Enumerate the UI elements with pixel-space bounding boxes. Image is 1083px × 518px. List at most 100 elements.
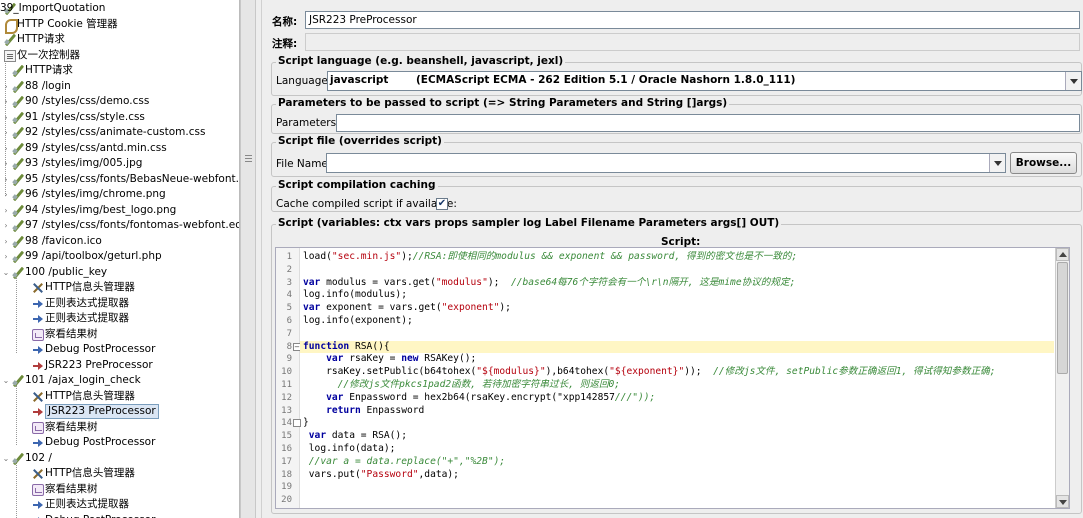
tree-item[interactable]: HTTP请求 — [0, 63, 239, 79]
tree-item-label: Debug PostProcessor — [45, 513, 155, 518]
tree-item[interactable]: › 96 /styles/img/chrome.png — [0, 187, 239, 203]
tree-item[interactable]: 察看结果树 — [0, 482, 239, 498]
line-number: 9 — [286, 354, 292, 365]
compilation-caching-title: Script compilation caching — [276, 179, 438, 191]
splitter-grip-icon[interactable] — [245, 155, 252, 163]
tree-item[interactable]: 正则表达式提取器 — [0, 311, 239, 327]
code-line: var rsaKey = new RSAKey(); — [326, 353, 477, 365]
code-line: var Enpassword = hex2b64(rsaKey.encrypt(… — [326, 391, 656, 403]
tree-item[interactable]: › 92 /styles/css/animate-custom.css — [0, 125, 239, 141]
tree-item[interactable]: ⌄ 102 / — [0, 451, 239, 467]
tree-collapsed-toggle-icon[interactable]: › — [2, 79, 10, 95]
tree-item[interactable]: › 89 /styles/css/antd.min.css — [0, 141, 239, 157]
tree-item[interactable]: › 90 /styles/css/demo.css — [0, 94, 239, 110]
language-label: Language: — [276, 75, 332, 87]
postprocessor-icon — [32, 515, 44, 518]
scrollbar-thumb[interactable] — [1057, 262, 1068, 374]
tree-collapsed-toggle-icon[interactable]: › — [2, 125, 10, 141]
sampler-icon — [12, 158, 24, 170]
tree-item[interactable]: Debug PostProcessor — [0, 342, 239, 358]
tree-collapsed-toggle-icon[interactable]: › — [2, 234, 10, 250]
chevron-down-icon[interactable] — [1065, 72, 1081, 90]
tree-item[interactable]: 察看结果树 — [0, 327, 239, 343]
language-select[interactable]: javascript (ECMAScript ECMA - 262 Editio… — [327, 71, 1082, 91]
tree-item[interactable]: Debug PostProcessor — [0, 435, 239, 451]
tree-item-label: 察看结果树 — [45, 327, 98, 340]
editor-scrollbar[interactable] — [1055, 248, 1069, 508]
tree-item-label: 101 /ajax_login_check — [25, 374, 141, 386]
tree-item-label: 39_ImportQuotation — [0, 2, 106, 14]
tree-item-label: 93 /styles/img/005.jpg — [25, 157, 143, 169]
tree-item[interactable]: › 93 /styles/img/005.jpg — [0, 156, 239, 172]
tree-collapsed-toggle-icon[interactable]: › — [2, 172, 10, 188]
tree-item-label: 察看结果树 — [45, 482, 98, 495]
parameters-input[interactable] — [336, 114, 1080, 132]
tree-item-label: JSR223 PreProcessor — [45, 404, 159, 419]
tree-item-label: 正则表达式提取器 — [45, 498, 129, 510]
tree-item[interactable]: JSR223 PreProcessor — [0, 358, 239, 374]
sampler-icon — [12, 220, 24, 232]
comment-field[interactable] — [305, 33, 1080, 51]
tree-item[interactable]: ⌄ 100 /public_key — [0, 265, 239, 281]
line-number: 5 — [286, 303, 292, 314]
tree-item-label: Debug PostProcessor — [45, 343, 156, 355]
tree-item[interactable]: › 91 /styles/css/style.css — [0, 110, 239, 126]
tree-item[interactable]: HTTP信息头管理器 — [0, 280, 239, 296]
tree-item[interactable]: Debug PostProcessor — [0, 513, 239, 518]
tree-collapsed-toggle-icon[interactable]: › — [2, 187, 10, 203]
tree-item[interactable]: › 99 /api/toolbox/geturl.php — [0, 249, 239, 265]
header-manager-icon — [32, 282, 44, 294]
tree-collapsed-toggle-icon[interactable]: › — [2, 203, 10, 219]
tree-collapsed-toggle-icon[interactable]: › — [2, 156, 10, 172]
tree-item[interactable]: 正则表达式提取器 — [0, 497, 239, 513]
tree-expanded-toggle-icon[interactable]: ⌄ — [2, 373, 10, 389]
line-number: 14 — [281, 418, 292, 429]
tree-item[interactable]: HTTP信息头管理器 — [0, 466, 239, 482]
tree-item-label: 92 /styles/css/animate-custom.css — [25, 126, 206, 138]
tree-item[interactable]: JSR223 PreProcessor — [0, 404, 239, 420]
line-number: 3 — [286, 277, 292, 288]
tree-item-label: 仅一次控制器 — [17, 48, 80, 61]
language-description: (ECMAScript ECMA - 262 Edition 5.1 / Ora… — [416, 74, 796, 86]
tree-item[interactable]: HTTP请求 — [0, 32, 239, 48]
scroll-down-icon[interactable] — [1056, 495, 1069, 508]
tree-item[interactable]: 正则表达式提取器 — [0, 296, 239, 312]
tree-item[interactable]: HTTP信息头管理器 — [0, 389, 239, 405]
chevron-down-icon[interactable] — [989, 154, 1005, 172]
tree-item[interactable]: › 97 /styles/css/fonts/fontomas-webfont.e… — [0, 218, 239, 234]
tree-item[interactable]: ⌄ 101 /ajax_login_check — [0, 373, 239, 389]
tree-item[interactable]: HTTP Cookie 管理器 — [0, 17, 239, 34]
tree-item[interactable]: 察看结果树 — [0, 420, 239, 436]
tree-collapsed-toggle-icon[interactable]: › — [2, 110, 10, 126]
line-number: 16 — [281, 444, 292, 454]
tree-collapsed-toggle-icon[interactable]: › — [2, 218, 10, 234]
script-editor[interactable]: 1 2 3 4 5 6 7 8 9 10 11 12 13 14 15 16 17 18 19 20− load("s… — [275, 247, 1070, 509]
tree-splitter[interactable] — [240, 0, 256, 518]
tree-item[interactable]: 39_ImportQuotation — [0, 1, 239, 17]
test-plan-tree[interactable]: 39_ImportQuotation HTTP Cookie 管理器 HTTP请求仅… — [0, 0, 240, 518]
cache-label: Cache compiled script if available: — [276, 198, 457, 210]
tree-expanded-toggle-icon[interactable]: ⌄ — [2, 451, 10, 467]
script-group-title: Script (variables: ctx vars props sample… — [276, 217, 782, 229]
tree-collapsed-toggle-icon[interactable]: › — [2, 141, 10, 157]
tree-item[interactable]: › 98 /favicon.ico — [0, 234, 239, 250]
tree-expanded-toggle-icon[interactable]: ⌄ — [2, 265, 10, 281]
tree-item[interactable]: › 95 /styles/css/fonts/BebasNeue-webfont.… — [0, 172, 239, 188]
sampler-icon — [4, 34, 16, 46]
tree-item-label: 91 /styles/css/style.css — [25, 110, 145, 123]
name-field[interactable]: JSR223 PreProcessor — [305, 11, 1080, 29]
cache-checkbox[interactable]: ✔ — [436, 198, 448, 210]
tree-item[interactable]: › 88 /login — [0, 79, 239, 95]
file-name-select[interactable] — [326, 153, 1006, 173]
tree-item[interactable]: 仅一次控制器 — [0, 48, 239, 64]
postprocessor-icon — [32, 499, 44, 511]
tree-item[interactable]: › 94 /styles/img/best_logo.png — [0, 203, 239, 219]
tree-collapsed-toggle-icon[interactable]: › — [2, 249, 10, 265]
browse-button[interactable]: Browse... — [1010, 152, 1077, 174]
line-number: 6 — [286, 316, 292, 326]
tree-collapsed-toggle-icon[interactable]: › — [2, 94, 10, 110]
comment-label: 注释: — [272, 38, 298, 50]
scroll-up-icon[interactable] — [1056, 248, 1069, 261]
tree-item-label: HTTP请求 — [25, 64, 73, 76]
sampler-icon — [12, 375, 24, 387]
